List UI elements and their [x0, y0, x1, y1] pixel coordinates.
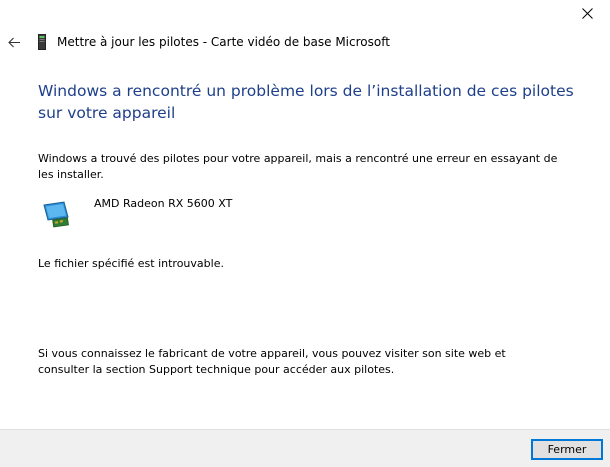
device-driver-icon	[38, 34, 46, 50]
back-arrow-icon	[7, 37, 20, 47]
close-dialog-button[interactable]: Fermer	[531, 439, 603, 460]
device-row: AMD Radeon RX 5600 XT	[38, 194, 438, 230]
close-icon	[581, 7, 593, 19]
main-heading: Windows a rencontré un problème lors de …	[38, 82, 574, 122]
device-name: AMD Radeon RX 5600 XT	[94, 197, 233, 210]
update-drivers-dialog: Mettre à jour les pilotes - Carte vidéo …	[0, 0, 610, 467]
back-button[interactable]	[4, 30, 24, 54]
window-title: Mettre à jour les pilotes - Carte vidéo …	[57, 35, 390, 49]
error-message: Le fichier spécifié est introuvable.	[38, 257, 224, 270]
support-text: Si vous connaissez le fabricant de votre…	[38, 347, 506, 376]
display-adapter-icon	[43, 201, 69, 228]
dialog-footer: Fermer	[0, 429, 610, 467]
intro-text: Windows a trouvé des pilotes pour votre …	[38, 152, 558, 181]
dialog-header: Mettre à jour les pilotes - Carte vidéo …	[0, 30, 610, 54]
close-button[interactable]	[564, 0, 610, 26]
